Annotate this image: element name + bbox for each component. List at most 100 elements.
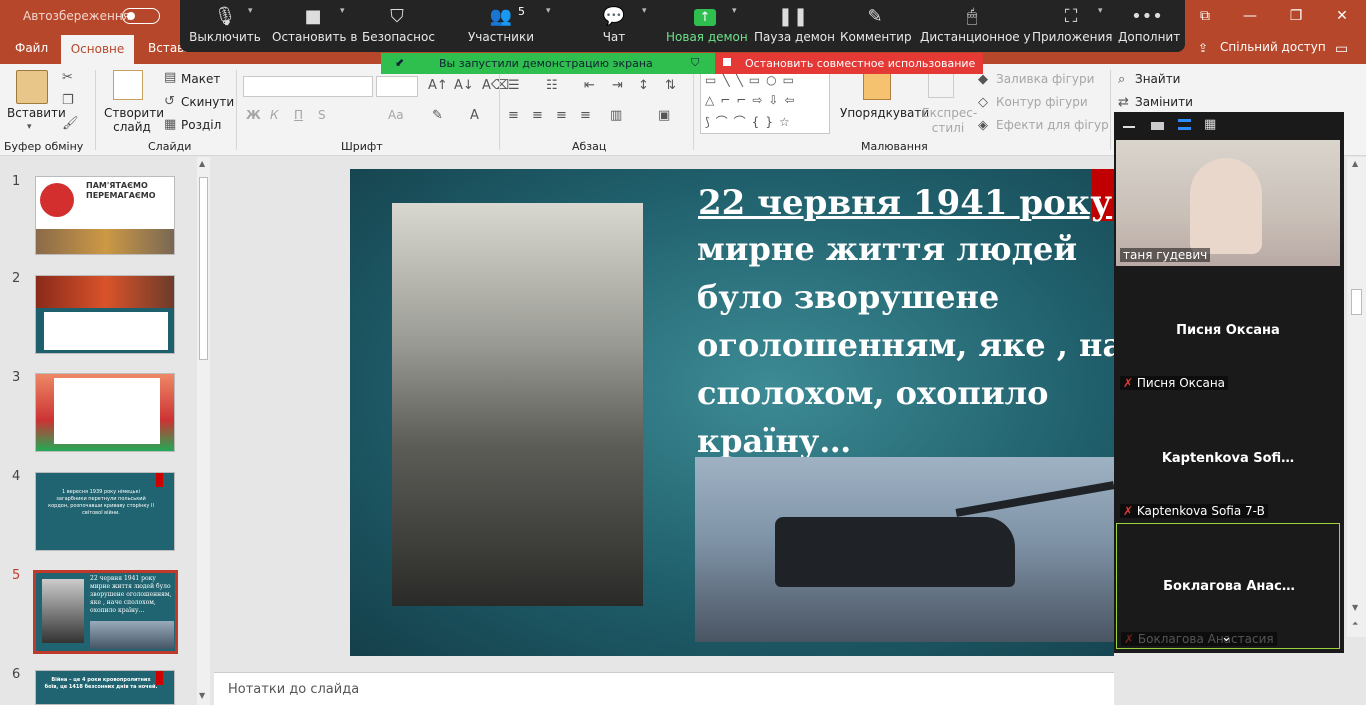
stop-video-button[interactable]: ■ Остановить в ▾: [272, 0, 357, 52]
chevron-down-icon[interactable]: ▾: [27, 122, 32, 132]
comment-icon[interactable]: ▭: [1335, 41, 1348, 57]
font-color-icon[interactable]: A: [470, 108, 479, 123]
numbering-icon[interactable]: ☷: [546, 78, 558, 93]
quick-styles-icon[interactable]: [928, 72, 954, 98]
layout-button[interactable]: Макет: [181, 72, 220, 86]
shape-outline-button[interactable]: Контур фігури: [996, 95, 1088, 109]
indent-icon[interactable]: ⇤: [584, 78, 595, 93]
scroll-down-icon[interactable]: ▼: [1352, 603, 1358, 612]
slide-thumbnail-1[interactable]: ПАМ'ЯТАЄМО ПЕРЕМАГАЄМО: [35, 176, 175, 255]
smartart-icon[interactable]: ▣: [658, 108, 670, 123]
decrease-font-icon[interactable]: A↓: [454, 78, 474, 93]
replace-button[interactable]: Замінити: [1135, 95, 1193, 109]
new-slide-button[interactable]: Створити слайд: [104, 106, 164, 134]
minimize-icon[interactable]: —: [1238, 6, 1262, 26]
increase-font-icon[interactable]: A↑: [428, 78, 448, 93]
slide-thumbnail-2[interactable]: [35, 275, 175, 354]
speaker-view-icon[interactable]: [1151, 122, 1164, 130]
security-button[interactable]: ⛉ Безопаснос: [362, 0, 435, 52]
chevron-down-icon[interactable]: ▾: [340, 6, 345, 16]
scroll-up-icon[interactable]: ▲: [1352, 159, 1358, 168]
scrollbar-thumb[interactable]: [1351, 289, 1362, 315]
quick-styles-button[interactable]: Експрес-стилі: [922, 106, 977, 136]
copy-icon[interactable]: ❐: [62, 93, 74, 108]
font-name-combo[interactable]: [243, 76, 373, 97]
line-spacing-icon[interactable]: ↕: [638, 78, 649, 93]
shape-effects-button[interactable]: Ефекти для фігур: [996, 118, 1109, 132]
apps-button[interactable]: ⛶ Приложения ▾: [1032, 0, 1113, 52]
find-button[interactable]: Знайти: [1135, 72, 1180, 86]
highlight-icon[interactable]: ✎: [432, 108, 443, 123]
clear-format-icon[interactable]: A⌫: [482, 78, 509, 93]
slide-thumbnail-5-selected[interactable]: 22 червня 1941 року мирне життя людей бу…: [33, 570, 178, 654]
chevron-down-icon[interactable]: ▾: [1098, 6, 1103, 16]
reset-button[interactable]: Скинути: [181, 95, 234, 109]
shape-fill-button[interactable]: Заливка фігури: [996, 72, 1094, 86]
shapes-gallery[interactable]: ▭╲╲▭○▭ △⌐⌐⇨⇩⇦ ⟆⌒⌒{}☆: [700, 70, 830, 134]
tab-file[interactable]: Файл: [15, 41, 48, 55]
paste-button[interactable]: Вставити: [7, 106, 66, 120]
participant-tile-2[interactable]: Писня Оксана ✗ Писня Оксана: [1116, 268, 1340, 394]
pin-icon[interactable]: ⬋: [395, 56, 404, 69]
format-painter-icon[interactable]: 🖌: [62, 116, 79, 131]
share-icon[interactable]: ⇪: [1198, 41, 1208, 55]
new-share-button[interactable]: ↑ Новая демон ▾: [666, 0, 748, 52]
scroll-down-icon[interactable]: ▼: [199, 691, 205, 700]
section-button[interactable]: Розділ: [181, 118, 221, 132]
autosave-toggle[interactable]: [122, 8, 160, 24]
paste-icon[interactable]: [16, 70, 48, 104]
restore-down-icon[interactable]: ⧉: [1193, 6, 1217, 26]
new-slide-icon[interactable]: [113, 70, 143, 100]
chat-button[interactable]: 💬 Чат ▾: [594, 0, 647, 52]
shapes-row-icon[interactable]: ⟆⌒⌒{}☆: [705, 113, 796, 130]
more-button[interactable]: ••• Дополнит: [1118, 0, 1180, 52]
chevron-down-icon[interactable]: ▾: [642, 6, 647, 16]
outdent-icon[interactable]: ⇥: [612, 78, 623, 93]
slide-thumbnail-4[interactable]: 1 вересня 1939 року німецькі загарбники …: [35, 472, 175, 551]
arrange-icon[interactable]: [863, 72, 891, 100]
scroll-down-chevron-icon[interactable]: ⌄: [1221, 630, 1232, 645]
slide-vertical-scrollbar[interactable]: ▲ ▼ ⏶: [1347, 157, 1366, 637]
chevron-down-icon[interactable]: ▾: [546, 6, 551, 16]
participants-button[interactable]: 👥 Участники 5 ▾: [466, 0, 551, 52]
prev-slide-icon[interactable]: ⏶: [1352, 619, 1358, 629]
bold-button[interactable]: Ж: [246, 108, 261, 122]
thumbnail-scrollbar[interactable]: ▲ ▼: [197, 157, 210, 705]
close-icon[interactable]: ✕: [1330, 6, 1354, 26]
scrollbar-thumb[interactable]: [199, 177, 208, 360]
slide-title[interactable]: 22 червня 1941 року: [698, 183, 1112, 223]
bullets-icon[interactable]: ☰: [508, 78, 520, 93]
align-center-icon[interactable]: ≡: [532, 108, 543, 123]
slide-thumbnail-3[interactable]: [35, 373, 175, 452]
strip-view-icon[interactable]: [1178, 119, 1191, 130]
notes-pane[interactable]: Нотатки до слайда: [214, 672, 1114, 705]
shapes-row-icon[interactable]: ▭╲╲▭○▭: [705, 73, 800, 87]
cut-icon[interactable]: ✂: [62, 70, 73, 85]
participant-tile-1[interactable]: таня гудевич: [1116, 140, 1340, 266]
scroll-up-icon[interactable]: ▲: [199, 159, 205, 168]
minimize-video-icon[interactable]: [1123, 126, 1135, 128]
shapes-row-icon[interactable]: △⌐⌐⇨⇩⇦: [705, 93, 801, 107]
current-slide[interactable]: 22 червня 1941 року мирне життя людей бу…: [350, 169, 1114, 656]
align-right-icon[interactable]: ≡: [556, 108, 567, 123]
justify-icon[interactable]: ≡: [580, 108, 591, 123]
participant-tile-3[interactable]: Kaptenkova Sofi… ✗ Kaptenkova Sofia 7-B: [1116, 396, 1340, 522]
arrange-button[interactable]: Упорядкувати: [840, 106, 929, 120]
remote-control-button[interactable]: 🖱 Дистанционное у: [920, 0, 1031, 52]
text-direction-icon[interactable]: ⇅: [665, 78, 676, 93]
slide-thumbnail-6[interactable]: Війна – це 4 роки кровопролитних боїв, ц…: [35, 670, 175, 705]
slide-body-text[interactable]: мирне життя людей було зворушене оголоше…: [697, 225, 1114, 465]
chevron-down-icon[interactable]: ▾: [248, 6, 253, 16]
columns-icon[interactable]: ▥: [610, 108, 622, 123]
change-case-button[interactable]: Aa: [388, 108, 404, 122]
mute-button[interactable]: 🎙 Выключить ▾: [186, 0, 264, 52]
maximize-icon[interactable]: ❐: [1284, 6, 1308, 26]
tab-home[interactable]: Основне: [61, 35, 134, 64]
shadow-button[interactable]: S: [318, 108, 326, 122]
align-left-icon[interactable]: ≡: [508, 108, 519, 123]
stop-share-button[interactable]: Остановить совместное использование: [715, 53, 983, 74]
font-size-combo[interactable]: [376, 76, 418, 97]
annotate-button[interactable]: ✎ Комментир: [840, 0, 912, 52]
chevron-down-icon[interactable]: ▾: [732, 6, 737, 16]
share-button[interactable]: Спільний доступ: [1220, 40, 1326, 54]
